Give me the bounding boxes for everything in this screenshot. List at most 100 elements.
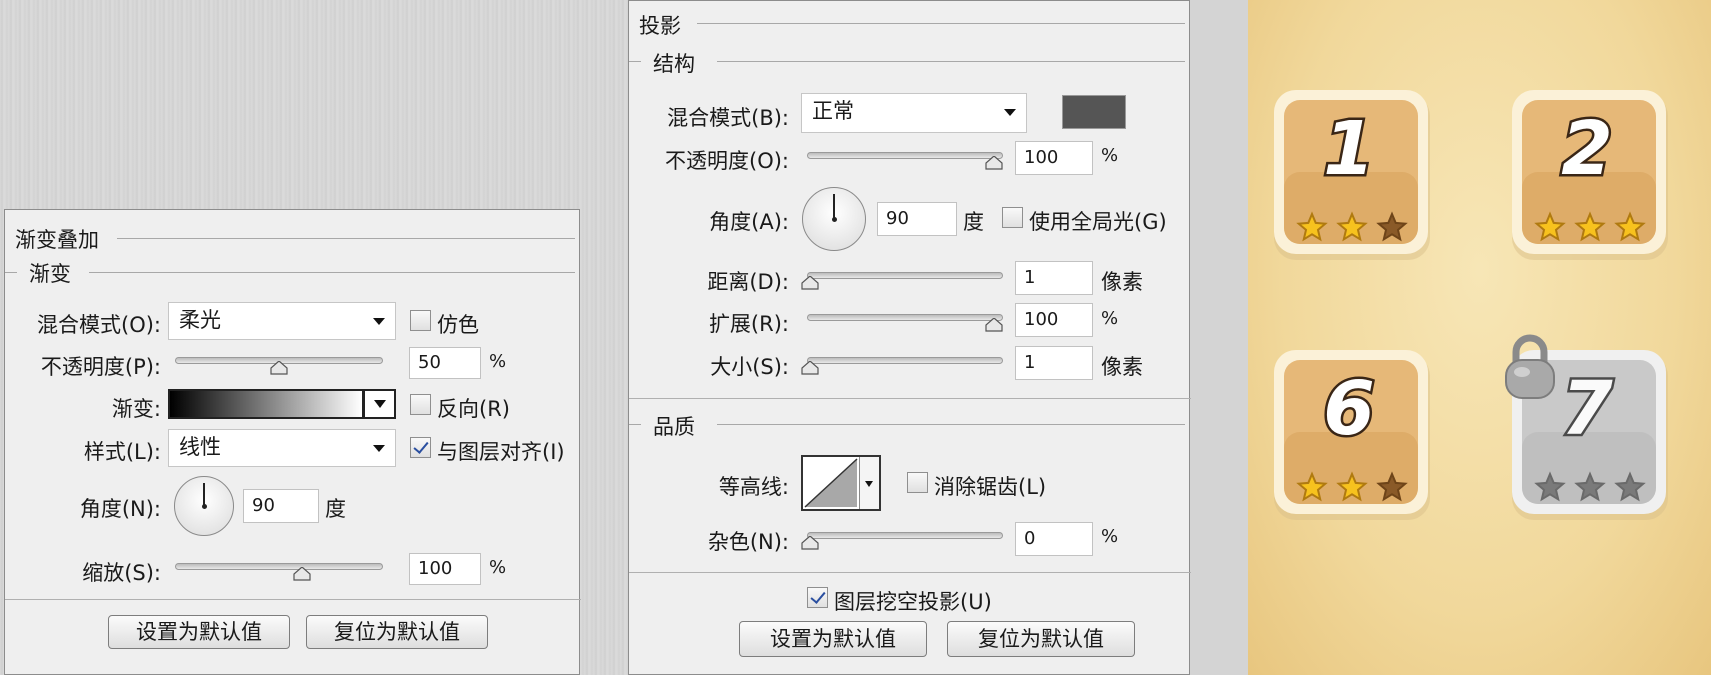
align-with-layer-label: 与图层对齐(I) [437,440,565,464]
subsection-rule [89,272,575,273]
reverse-checkbox[interactable] [410,394,431,415]
blend-mode-dropdown[interactable]: 正常 [801,93,1027,133]
angle-value: 90 [252,495,275,516]
angle-dial[interactable] [802,187,866,251]
style-dropdown[interactable]: 线性 [168,429,396,467]
section-title-rule [697,23,1185,24]
shadow-color-swatch[interactable] [1062,95,1126,129]
size-slider-thumb[interactable] [801,361,819,375]
opacity-slider-thumb[interactable] [985,156,1003,170]
scale-input[interactable]: 100 [409,553,481,585]
style-value: 线性 [179,435,221,459]
distance-value: 1 [1024,267,1036,288]
contour-label: 等高线: [718,475,789,499]
opacity-slider-thumb[interactable] [270,361,288,375]
quality-title: 品质 [653,415,695,439]
angle-unit: 度 [325,497,346,521]
chevron-down-icon [1004,109,1016,116]
spread-slider-track[interactable] [807,314,1003,321]
angle-value: 90 [886,208,909,229]
chevron-down-icon [865,481,873,487]
drop-shadow-panel: 投影 结构 混合模式(B): 正常 不透明度(O): 100 % 角度(A): … [628,0,1191,675]
scale-slider-thumb[interactable] [293,567,311,581]
chevron-down-icon [373,318,385,325]
distance-unit: 像素 [1101,270,1143,294]
section-title: 渐变叠加 [15,228,99,252]
level-number: 1 [1321,104,1378,195]
size-slider-track[interactable] [807,357,1003,364]
scale-unit: % [489,557,507,578]
opacity-label: 不透明度(O): [665,149,789,173]
distance-slider-thumb[interactable] [801,276,819,290]
distance-input[interactable]: 1 [1015,261,1093,295]
noise-value: 0 [1024,528,1036,549]
noise-slider-track[interactable] [807,532,1003,539]
global-light-checkbox[interactable] [1002,207,1023,228]
level-number: 2 [1559,104,1616,195]
noise-unit: % [1101,526,1119,547]
lock-icon [1500,332,1560,402]
spread-slider-thumb[interactable] [985,318,1003,332]
button-divider [5,599,581,600]
level-tile-6[interactable]: 6 [1272,348,1432,522]
subsection-title: 渐变 [29,262,71,286]
angle-input[interactable]: 90 [877,202,957,236]
noise-input[interactable]: 0 [1015,522,1093,556]
opacity-value: 100 [1024,147,1059,168]
angle-unit: 度 [963,210,984,234]
knockout-label: 图层挖空投影(U) [834,590,992,614]
level-number: 6 [1321,364,1378,455]
reset-default-button[interactable]: 复位为默认值 [306,615,488,649]
gradient-preview[interactable] [168,389,364,419]
distance-label: 距离(D): [707,270,789,294]
gradient-dropdown-button[interactable] [363,389,396,419]
quality-divider [629,398,1191,399]
noise-slider-thumb[interactable] [801,536,819,550]
blend-mode-value: 正常 [812,99,854,123]
angle-label: 角度(N): [79,497,161,521]
opacity-unit: % [1101,145,1119,166]
scale-value: 100 [418,558,453,579]
spread-input[interactable]: 100 [1015,303,1093,337]
opacity-value: 50 [418,352,441,373]
blend-mode-dropdown[interactable]: 柔光 [168,302,396,340]
opacity-input[interactable]: 50 [409,347,481,379]
scale-label: 缩放(S): [82,561,161,585]
subsection-lead-rule [5,272,17,273]
opacity-unit: % [489,351,507,372]
reset-default-button[interactable]: 复位为默认值 [947,621,1135,657]
anti-alias-checkbox[interactable] [907,472,928,493]
dither-checkbox[interactable] [410,310,431,331]
opacity-input[interactable]: 100 [1015,141,1093,175]
level-tile-2[interactable]: 2 [1510,88,1670,262]
section-title: 投影 [639,14,681,38]
angle-input[interactable]: 90 [243,489,319,523]
noise-label: 杂色(N): [707,530,789,554]
level-tile-1[interactable]: 1 [1272,88,1432,262]
level-tile-7[interactable]: 7 [1505,334,1670,522]
set-default-button[interactable]: 设置为默认值 [739,621,927,657]
knockout-checkbox[interactable] [807,587,828,608]
style-label: 样式(L): [83,440,161,464]
align-with-layer-checkbox[interactable] [410,437,431,458]
angle-label: 角度(A): [709,210,789,234]
contour-picker[interactable] [801,455,881,511]
opacity-label: 不透明度(P): [40,355,161,379]
gradient-label: 渐变: [111,397,161,421]
structure-title: 结构 [653,52,695,76]
opacity-slider-track[interactable] [807,152,1003,159]
structure-rule [717,61,1185,62]
chevron-down-icon [374,400,386,408]
blend-mode-label: 混合模式(O): [37,313,161,337]
scale-slider-track[interactable] [175,563,383,570]
global-light-label: 使用全局光(G) [1029,210,1167,234]
set-default-button[interactable]: 设置为默认值 [108,615,290,649]
gradient-overlay-panel: 渐变叠加 渐变 混合模式(O): 柔光 仿色 不透明度(P): 50 % 渐变:… [4,209,581,675]
spread-value: 100 [1024,309,1059,330]
angle-dial[interactable] [174,476,234,536]
size-input[interactable]: 1 [1015,346,1093,380]
anti-alias-label: 消除锯齿(L) [934,475,1047,499]
distance-slider-track[interactable] [807,272,1003,279]
reverse-label: 反向(R) [437,397,510,421]
quality-rule [717,424,1185,425]
